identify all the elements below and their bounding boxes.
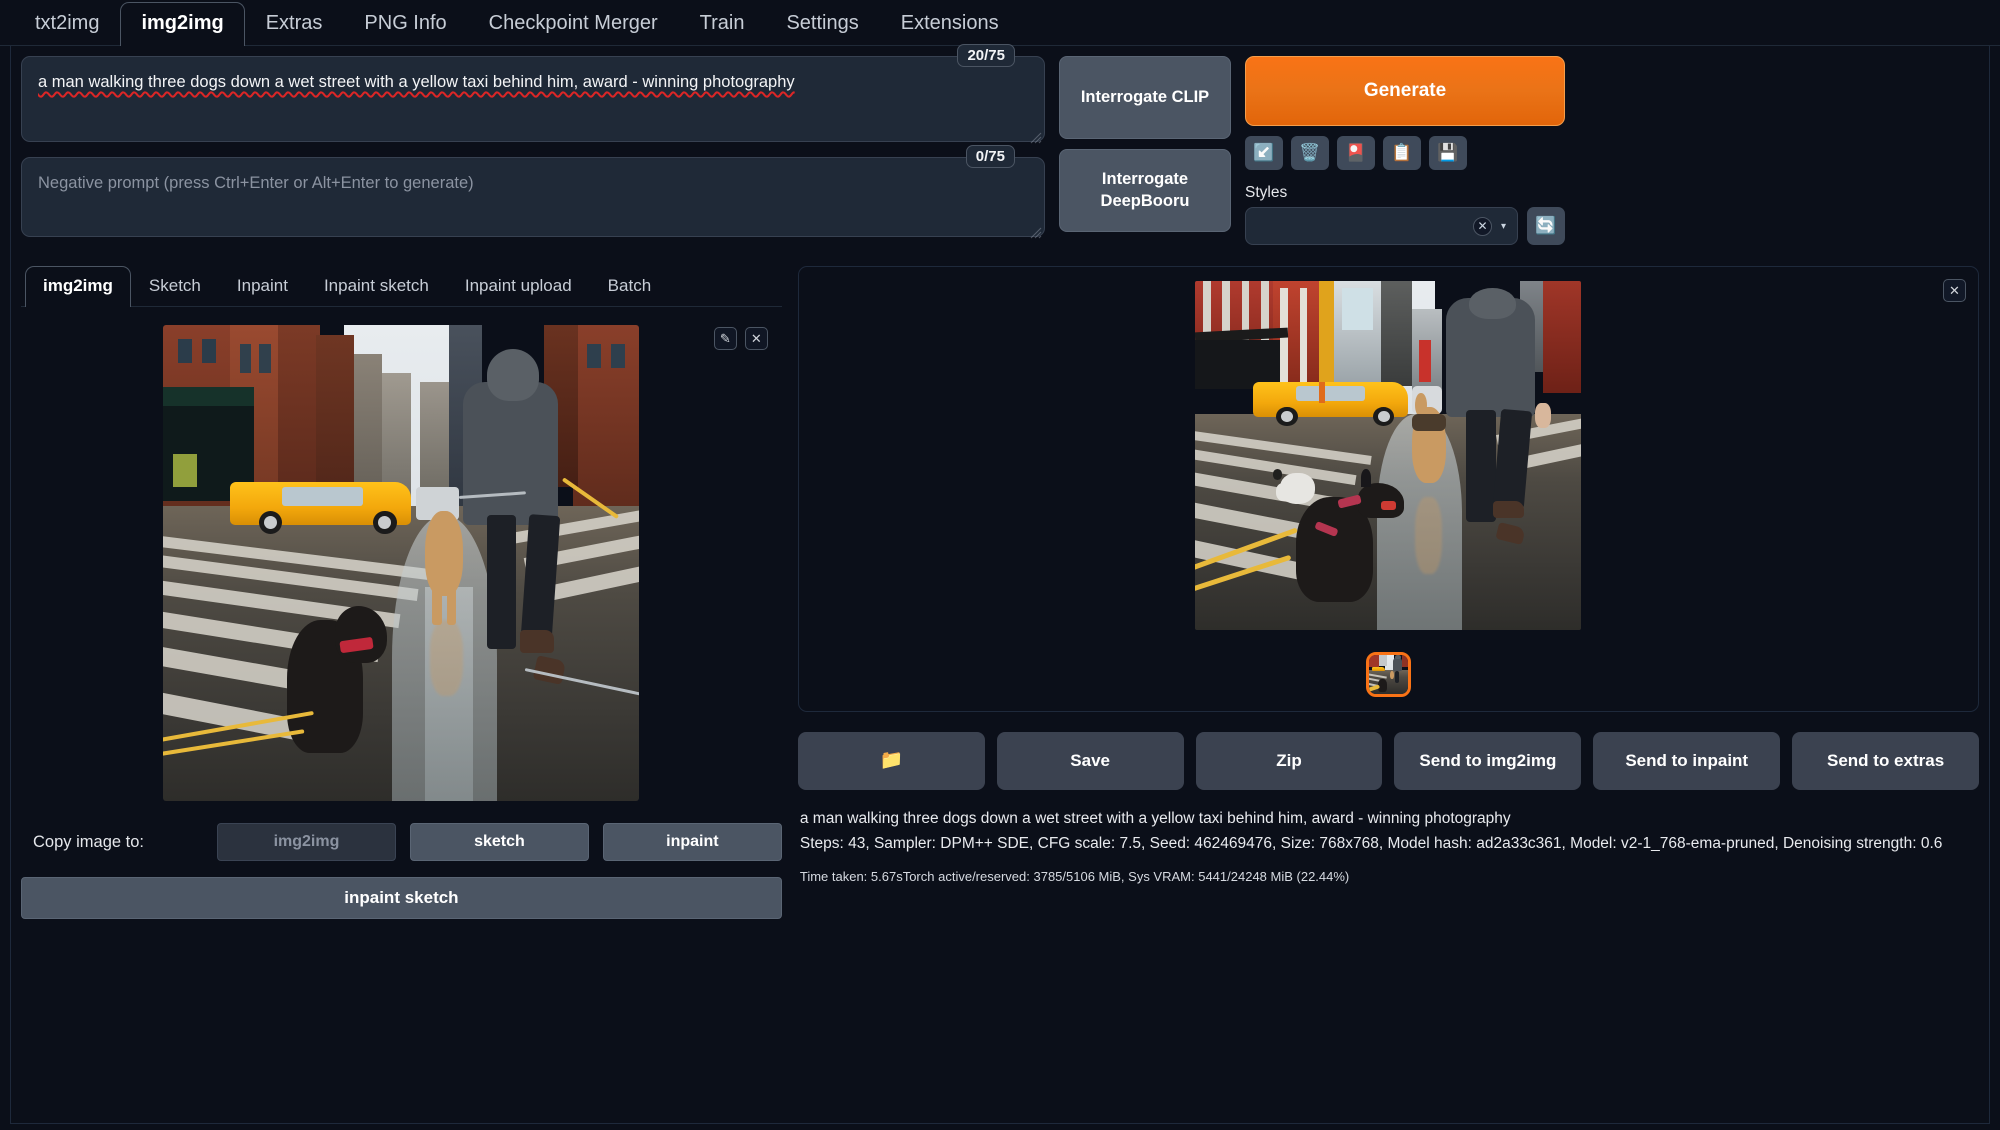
prompt-wrapper: 20/75 a man walking three dogs down a we…	[21, 44, 1045, 147]
generation-prompt-line: a man walking three dogs down a wet stre…	[799, 810, 1511, 827]
interrogate-deepbooru-button[interactable]: Interrogate DeepBooru	[1059, 149, 1231, 232]
chevron-down-icon[interactable]: ▾	[1501, 221, 1506, 232]
restore-progress-icon[interactable]: ↙️	[1245, 136, 1283, 170]
subtab-sketch[interactable]: Sketch	[131, 266, 219, 306]
generation-info: a man walking three dogs down a wet stre…	[798, 807, 1979, 887]
styles-row: ✕ ▾ 🔄	[1245, 207, 1565, 245]
generation-params-line: Steps: 43, Sampler: DPM++ SDE, CFG scale…	[799, 835, 1943, 853]
tab-checkpoint-merger[interactable]: Checkpoint Merger	[468, 2, 679, 45]
close-icon[interactable]: ✕	[744, 327, 768, 350]
result-action-row: 📁 Save Zip Send to img2img Send to inpai…	[797, 732, 1980, 790]
source-image-canvas: ✎ ✕	[21, 307, 782, 801]
subtab-img2img[interactable]: img2img	[25, 266, 131, 307]
generate-column: Generate ↙️ 🗑️ 🎴 📋 💾 Styles ✕ ▾ 🔄	[1245, 56, 1565, 245]
generate-button[interactable]: Generate	[1245, 56, 1565, 126]
show-extra-networks-icon[interactable]: 🎴	[1337, 136, 1375, 170]
result-right-panel: ✕ 📁 Save Zip Send to img2img Send to inp…	[797, 266, 1980, 919]
tab-png-info[interactable]: PNG Info	[343, 2, 467, 45]
tab-extensions[interactable]: Extensions	[880, 2, 1020, 45]
source-image[interactable]	[163, 325, 640, 801]
copy-image-to-row: Copy image to: img2img sketch inpaint	[21, 823, 782, 861]
main-area: img2img Sketch Inpaint Inpaint sketch In…	[21, 266, 1980, 919]
copy-to-inpaint-button[interactable]: inpaint	[602, 823, 782, 861]
resize-grip-icon[interactable]	[1028, 225, 1042, 239]
result-thumbnail[interactable]	[1365, 652, 1411, 697]
stable-diffusion-webui: txt2img img2img Extras PNG Info Checkpoi…	[0, 0, 2000, 1130]
close-icon[interactable]: ✕	[1943, 279, 1966, 302]
clear-prompt-icon[interactable]: 🗑️	[1291, 136, 1329, 170]
clear-styles-icon[interactable]: ✕	[1472, 216, 1492, 236]
resize-grip-icon[interactable]	[1028, 130, 1042, 144]
img2img-left-panel: img2img Sketch Inpaint Inpaint sketch In…	[21, 266, 782, 919]
copy-to-img2img-button[interactable]: img2img	[217, 823, 396, 861]
interrogate-column: Interrogate CLIP Interrogate DeepBooru	[1059, 56, 1231, 232]
result-gallery: ✕	[797, 266, 1979, 712]
prompt-token-counter: 20/75	[957, 44, 1015, 67]
main-tab-bar: txt2img img2img Extras PNG Info Checkpoi…	[0, 0, 2000, 46]
result-image[interactable]	[1195, 281, 1582, 630]
prompt-row: 20/75 a man walking three dogs down a we…	[21, 44, 1979, 252]
copy-to-inpaint-sketch-button[interactable]: inpaint sketch	[21, 877, 782, 919]
open-folder-button[interactable]: 📁	[797, 732, 985, 790]
negative-prompt-wrapper: 0/75 Negative prompt (press Ctrl+Enter o…	[21, 145, 1045, 242]
prompt-tool-row: ↙️ 🗑️ 🎴 📋 💾	[1245, 136, 1565, 170]
copy-image-to-label: Copy image to:	[33, 832, 144, 851]
tab-txt2img[interactable]: txt2img	[14, 2, 120, 45]
tab-extras[interactable]: Extras	[245, 2, 344, 45]
img2img-subtab-bar: img2img Sketch Inpaint Inpaint sketch In…	[21, 266, 782, 307]
negative-token-counter: 0/75	[965, 145, 1015, 168]
subtab-batch[interactable]: Batch	[590, 266, 669, 306]
send-to-img2img-button[interactable]: Send to img2img	[1394, 732, 1582, 790]
tab-img2img[interactable]: img2img	[120, 2, 245, 46]
generation-timing-line: Time taken: 5.67sTorch active/reserved: …	[799, 869, 1350, 885]
send-to-inpaint-button[interactable]: Send to inpaint	[1593, 732, 1781, 790]
subtab-inpaint-sketch[interactable]: Inpaint sketch	[306, 266, 447, 306]
apply-style-icon[interactable]: 📋	[1383, 136, 1421, 170]
subtab-inpaint-upload[interactable]: Inpaint upload	[447, 266, 590, 306]
copy-to-sketch-button[interactable]: sketch	[409, 823, 589, 861]
content-frame: 20/75 a man walking three dogs down a we…	[10, 44, 1990, 1124]
result-thumbnail-strip	[1365, 652, 1411, 697]
negative-prompt-input[interactable]	[21, 157, 1045, 237]
edit-pencil-icon[interactable]: ✎	[713, 327, 737, 350]
save-style-icon[interactable]: 💾	[1429, 136, 1467, 170]
prompt-column: 20/75 a man walking three dogs down a we…	[21, 44, 1045, 252]
tab-train[interactable]: Train	[679, 2, 766, 45]
source-image-toolbar: ✎ ✕	[713, 327, 768, 350]
prompt-input[interactable]	[21, 56, 1045, 142]
styles-dropdown[interactable]: ✕ ▾	[1245, 207, 1518, 245]
tab-settings[interactable]: Settings	[765, 2, 879, 45]
zip-button[interactable]: Zip	[1195, 732, 1383, 790]
subtab-inpaint[interactable]: Inpaint	[219, 266, 306, 306]
save-button[interactable]: Save	[996, 732, 1184, 790]
refresh-styles-icon[interactable]: 🔄	[1527, 207, 1565, 245]
styles-label: Styles	[1245, 184, 1288, 201]
interrogate-clip-button[interactable]: Interrogate CLIP	[1059, 56, 1231, 139]
send-to-extras-button[interactable]: Send to extras	[1792, 732, 1980, 790]
